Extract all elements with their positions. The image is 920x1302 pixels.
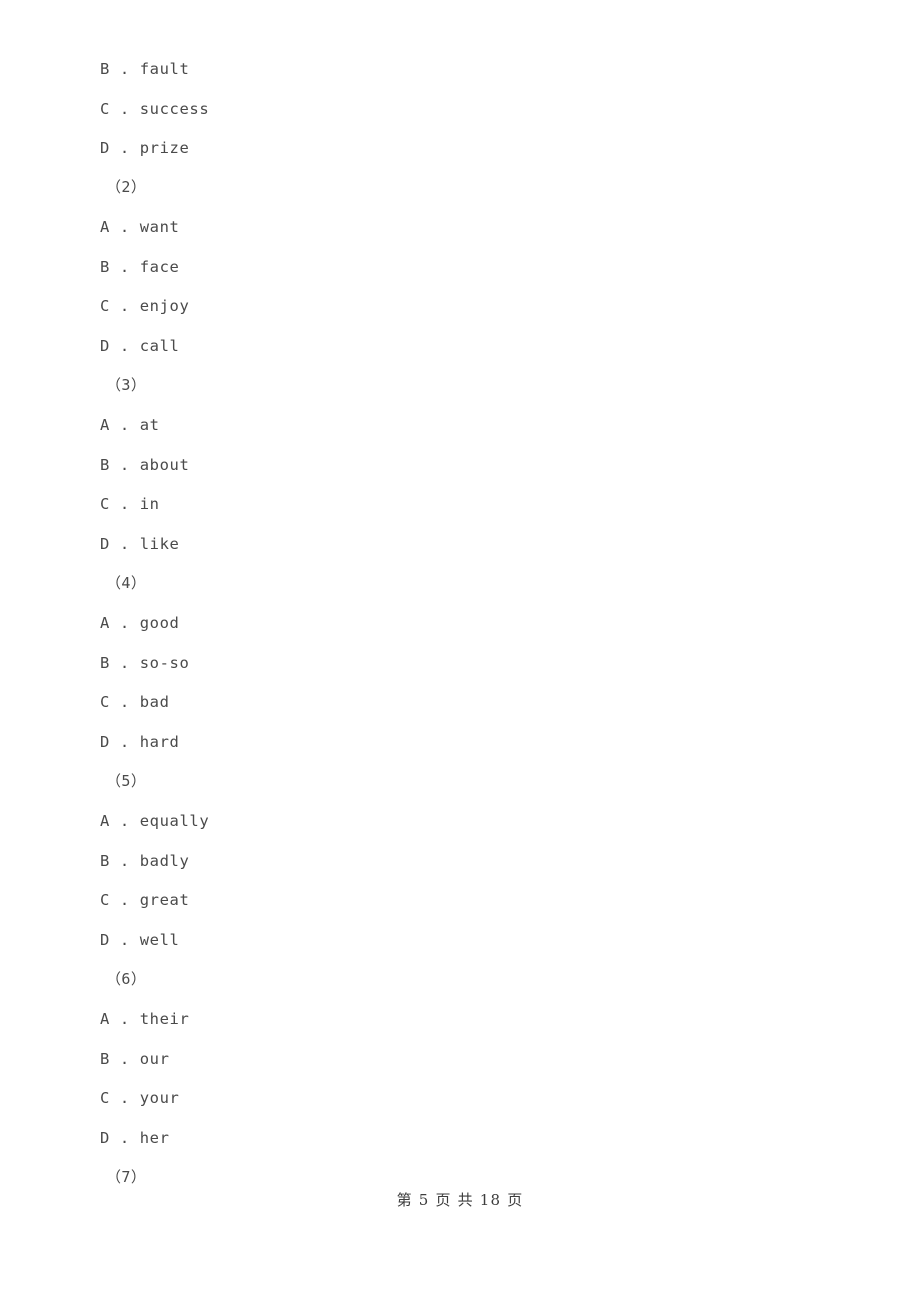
answer-option: A . equally — [100, 812, 210, 830]
answer-option: D . well — [100, 931, 180, 949]
answer-option: D . call — [100, 337, 180, 355]
answer-option: D . her — [100, 1129, 170, 1147]
answer-option: D . like — [100, 535, 180, 553]
answer-option: A . their — [100, 1010, 190, 1028]
answer-option: D . prize — [100, 139, 190, 157]
answer-option: B . about — [100, 456, 190, 474]
question-group-marker: （7） — [106, 1168, 147, 1186]
question-group-marker: （3） — [106, 376, 147, 394]
answer-option: C . bad — [100, 693, 170, 711]
question-group-marker: （5） — [106, 772, 147, 790]
question-group-marker: （6） — [106, 970, 147, 988]
answer-option: A . want — [100, 218, 180, 236]
answer-option: D . hard — [100, 733, 180, 751]
answer-option: C . enjoy — [100, 297, 190, 315]
answer-option: A . good — [100, 614, 180, 632]
answer-option: C . your — [100, 1089, 180, 1107]
answer-option: B . our — [100, 1050, 170, 1068]
document-page: B . fault C . success D . prize （2） A . want… — [0, 0, 920, 1302]
answer-option: B . so-so — [100, 654, 190, 672]
question-group-marker: （4） — [106, 574, 147, 592]
answer-option: B . badly — [100, 852, 190, 870]
question-group-marker: （2） — [106, 178, 147, 196]
answer-option: A . at — [100, 416, 160, 434]
answer-option: C . success — [100, 100, 210, 118]
answer-option: B . fault — [100, 60, 190, 78]
answer-option: B . face — [100, 258, 180, 276]
page-number-footer: 第 5 页 共 18 页 — [396, 1191, 524, 1209]
answer-option: C . great — [100, 891, 190, 909]
answer-option: C . in — [100, 495, 160, 513]
